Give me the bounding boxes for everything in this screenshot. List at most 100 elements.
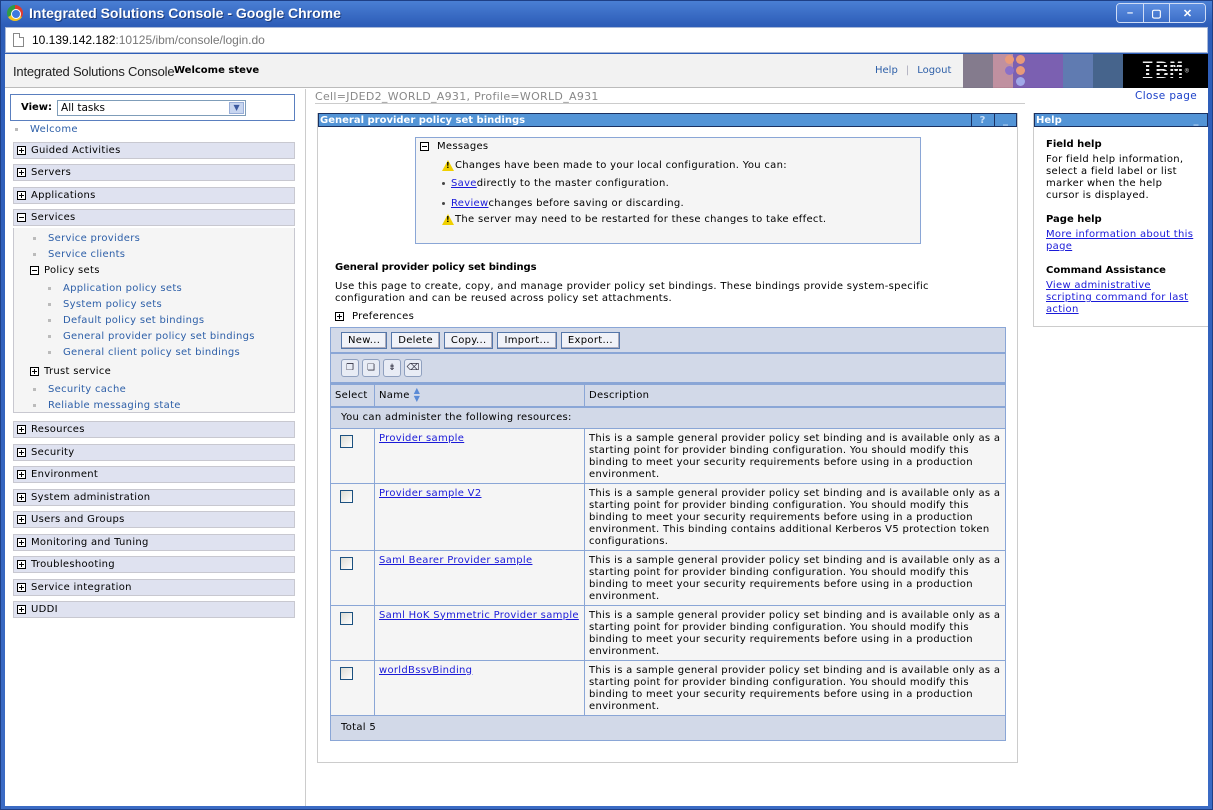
nav-category-label: Services xyxy=(31,212,76,223)
nav-category-guided-activities[interactable]: Guided Activities xyxy=(13,142,295,159)
nav-category-servers[interactable]: Servers xyxy=(13,164,295,181)
collapse-icon[interactable] xyxy=(17,213,26,222)
expand-icon[interactable] xyxy=(17,583,26,592)
bullet-icon xyxy=(48,334,51,338)
bullet-icon xyxy=(33,403,36,407)
deselect-all-icon[interactable]: ❏ xyxy=(362,359,380,377)
nav-category-label: Guided Activities xyxy=(31,145,121,156)
nav-category-services[interactable]: Services xyxy=(13,209,295,226)
import-button[interactable]: Import... xyxy=(497,331,557,349)
view-select[interactable]: All tasks ▼ xyxy=(57,99,247,116)
message-text: changes before saving or discarding. xyxy=(488,198,685,209)
warning-icon xyxy=(442,160,454,171)
nav-subtree-policy-sets[interactable]: Policy sets xyxy=(30,265,100,276)
nav-category-users-and-groups[interactable]: Users and Groups xyxy=(13,511,295,528)
bindings-collection: New... Delete Copy... Import... Export..… xyxy=(330,327,1006,741)
nav-category-environment[interactable]: Environment xyxy=(13,466,295,483)
row-checkbox[interactable] xyxy=(340,666,353,680)
name-cell: Saml HoK Symmetric Provider sample xyxy=(374,604,585,661)
expand-icon[interactable] xyxy=(17,146,26,155)
total-row: Total 5 xyxy=(330,714,1006,741)
minimize-help-icon[interactable]: _ xyxy=(1185,114,1207,126)
column-name[interactable]: Name ▲ ▼ xyxy=(374,384,585,408)
export-button[interactable]: Export... xyxy=(560,331,620,349)
url-path: :10125/ibm/console/login.do xyxy=(115,33,265,47)
binding-name-link[interactable]: Provider sample V2 xyxy=(379,488,482,499)
nav-category-resources[interactable]: Resources xyxy=(13,421,295,438)
table-row: Saml HoK Symmetric Provider sample This i… xyxy=(330,604,1006,661)
binding-name-link[interactable]: Saml Bearer Provider sample xyxy=(379,555,532,566)
messages-header[interactable]: Messages xyxy=(420,141,488,152)
expand-icon[interactable] xyxy=(17,470,26,479)
nav-category-uddi[interactable]: UDDI xyxy=(13,601,295,618)
select-all-icon[interactable]: ❐ xyxy=(341,359,359,377)
expand-icon[interactable] xyxy=(30,367,39,376)
nav-link-label: Service clients xyxy=(48,249,126,260)
address-bar[interactable]: 10.139.142.182:10125/ibm/console/login.d… xyxy=(5,27,1208,53)
delete-button[interactable]: Delete xyxy=(391,331,440,349)
nav-category-applications[interactable]: Applications xyxy=(13,187,295,204)
help-link[interactable]: Help xyxy=(875,65,898,76)
expand-icon[interactable] xyxy=(17,425,26,434)
binding-name-link[interactable]: Saml HoK Symmetric Provider sample xyxy=(379,610,579,621)
nav-category-troubleshooting[interactable]: Troubleshooting xyxy=(13,556,295,573)
binding-name-link[interactable]: worldBssvBinding xyxy=(379,665,472,676)
nav-link-reliable-messaging-state[interactable]: Reliable messaging state xyxy=(33,400,181,411)
binding-name-link[interactable]: Provider sample xyxy=(379,433,464,444)
minimize-portlet-icon[interactable]: _ xyxy=(994,114,1016,126)
expand-icon[interactable] xyxy=(17,168,26,177)
nav-link-system-policy-sets[interactable]: System policy sets xyxy=(48,299,162,310)
expand-icon[interactable] xyxy=(17,493,26,502)
expand-icon[interactable] xyxy=(17,560,26,569)
command-assistance-link[interactable]: View administrative scripting command fo… xyxy=(1046,280,1188,315)
nav-link-service-providers[interactable]: Service providers xyxy=(33,233,140,244)
expand-icon[interactable] xyxy=(335,312,344,321)
nav-link-security-cache[interactable]: Security cache xyxy=(33,384,126,395)
page-help-link[interactable]: More information about this page xyxy=(1046,229,1193,252)
close-button[interactable]: ✕ xyxy=(1169,4,1205,22)
copy-button[interactable]: Copy... xyxy=(443,331,494,349)
nav-link-service-clients[interactable]: Service clients xyxy=(33,249,125,260)
save-link[interactable]: Save xyxy=(451,178,477,189)
message-line: Changes have been made to your local con… xyxy=(442,160,787,171)
row-checkbox[interactable] xyxy=(340,489,353,503)
row-checkbox[interactable] xyxy=(340,434,353,448)
show-filter-icon[interactable]: ⇟ xyxy=(383,359,401,377)
sort-icon[interactable]: ▲ ▼ xyxy=(414,387,420,403)
nav-category-security[interactable]: Security xyxy=(13,444,295,461)
name-cell: worldBssvBinding xyxy=(374,659,585,716)
collapse-icon[interactable] xyxy=(420,142,429,151)
name-cell: Saml Bearer Provider sample xyxy=(374,549,585,606)
nav-category-system-administration[interactable]: System administration xyxy=(13,489,295,506)
row-checkbox[interactable] xyxy=(340,611,353,625)
clear-filter-icon[interactable]: ⌫ xyxy=(404,359,422,377)
preferences-toggle[interactable]: Preferences xyxy=(335,311,414,322)
minimize-button[interactable]: – xyxy=(1117,4,1143,22)
nav-link-welcome[interactable]: Welcome xyxy=(15,124,78,135)
new-button[interactable]: New... xyxy=(341,331,388,349)
logout-link[interactable]: Logout xyxy=(917,65,951,76)
nav-subtree-trust-service[interactable]: Trust service xyxy=(30,366,111,377)
expand-icon[interactable] xyxy=(17,191,26,200)
expand-icon[interactable] xyxy=(17,448,26,457)
close-page-link[interactable]: Close page xyxy=(1135,90,1197,102)
maximize-button[interactable]: ▢ xyxy=(1143,4,1169,22)
review-link[interactable]: Review xyxy=(451,198,488,209)
expand-icon[interactable] xyxy=(17,538,26,547)
collapse-icon[interactable] xyxy=(30,266,39,275)
window-controls: – ▢ ✕ xyxy=(1116,3,1206,23)
expand-icon[interactable] xyxy=(17,515,26,524)
nav-category-label: Users and Groups xyxy=(31,514,125,525)
help-question-icon[interactable]: ? xyxy=(971,114,993,126)
expand-icon[interactable] xyxy=(17,605,26,614)
description-cell: This is a sample general provider policy… xyxy=(584,604,1006,661)
nav-category-monitoring-and-tuning[interactable]: Monitoring and Tuning xyxy=(13,534,295,551)
nav-link-application-policy-sets[interactable]: Application policy sets xyxy=(48,283,182,294)
nav-link-default-policy-set-bindings[interactable]: Default policy set bindings xyxy=(48,315,204,326)
row-checkbox[interactable] xyxy=(340,556,353,570)
nav-category-service-integration[interactable]: Service integration xyxy=(13,579,295,596)
nav-link-general-provider-policy-set-bindings[interactable]: General provider policy set bindings xyxy=(48,331,255,342)
nav-link-general-client-policy-set-bindings[interactable]: General client policy set bindings xyxy=(48,347,240,358)
messages-box: Messages Changes have been made to your … xyxy=(415,137,921,244)
chevron-down-icon[interactable]: ▼ xyxy=(229,101,245,114)
